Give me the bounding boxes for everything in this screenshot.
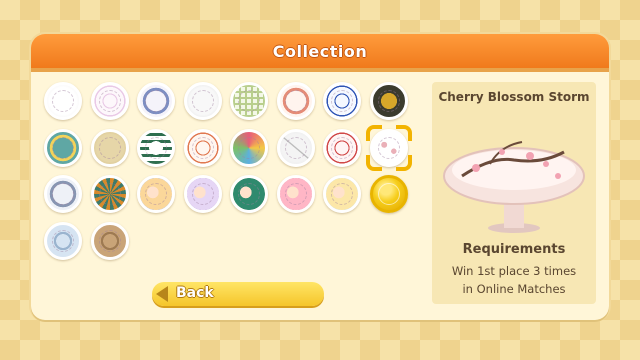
plate-item[interactable] [276, 128, 315, 167]
plate-item[interactable] [183, 128, 222, 167]
plate-item[interactable] [137, 82, 175, 120]
plate-item[interactable] [44, 175, 82, 213]
plate-item[interactable] [230, 175, 268, 213]
plate-item[interactable] [323, 128, 361, 167]
plate-item[interactable] [90, 175, 129, 213]
requirements-line-2: in Online Matches [462, 282, 566, 296]
requirements-line-1: Win 1st place 3 times [451, 264, 577, 278]
plate-item[interactable] [44, 128, 82, 167]
cherry-blossom-plate-preview [443, 141, 585, 233]
plate-item[interactable] [230, 128, 268, 167]
plate-item[interactable] [276, 175, 315, 213]
title-bar: Collection [31, 34, 609, 72]
plate-grid [44, 82, 416, 267]
plate-item[interactable] [137, 128, 175, 167]
requirements-text: Win 1st place 3 times in Online Matches [432, 262, 596, 298]
plate-item[interactable] [90, 128, 129, 167]
plate-item[interactable] [369, 175, 408, 213]
selection-cursor [365, 124, 412, 171]
plate-item[interactable] [44, 221, 82, 260]
plate-item[interactable] [323, 82, 361, 120]
back-button[interactable]: Back [152, 282, 324, 306]
plate-item[interactable] [230, 82, 268, 120]
item-name: Cherry Blossom Storm [438, 90, 590, 104]
item-detail-panel: Cherry Blossom Storm Requirements Win 1s… [432, 82, 596, 304]
plate-item[interactable] [183, 175, 222, 213]
screen-title: Collection [272, 41, 368, 61]
plate-item[interactable] [90, 221, 129, 260]
requirements-title: Requirements [462, 242, 566, 257]
plate-item[interactable] [369, 82, 408, 120]
plate-item[interactable] [44, 82, 82, 120]
plate-item[interactable] [183, 82, 222, 120]
back-label: Back [176, 285, 214, 301]
back-arrow-icon [156, 286, 168, 302]
plate-item[interactable] [137, 175, 175, 213]
plate-item[interactable] [90, 82, 129, 120]
plate-item[interactable] [323, 175, 361, 213]
plate-item[interactable] [276, 82, 315, 120]
